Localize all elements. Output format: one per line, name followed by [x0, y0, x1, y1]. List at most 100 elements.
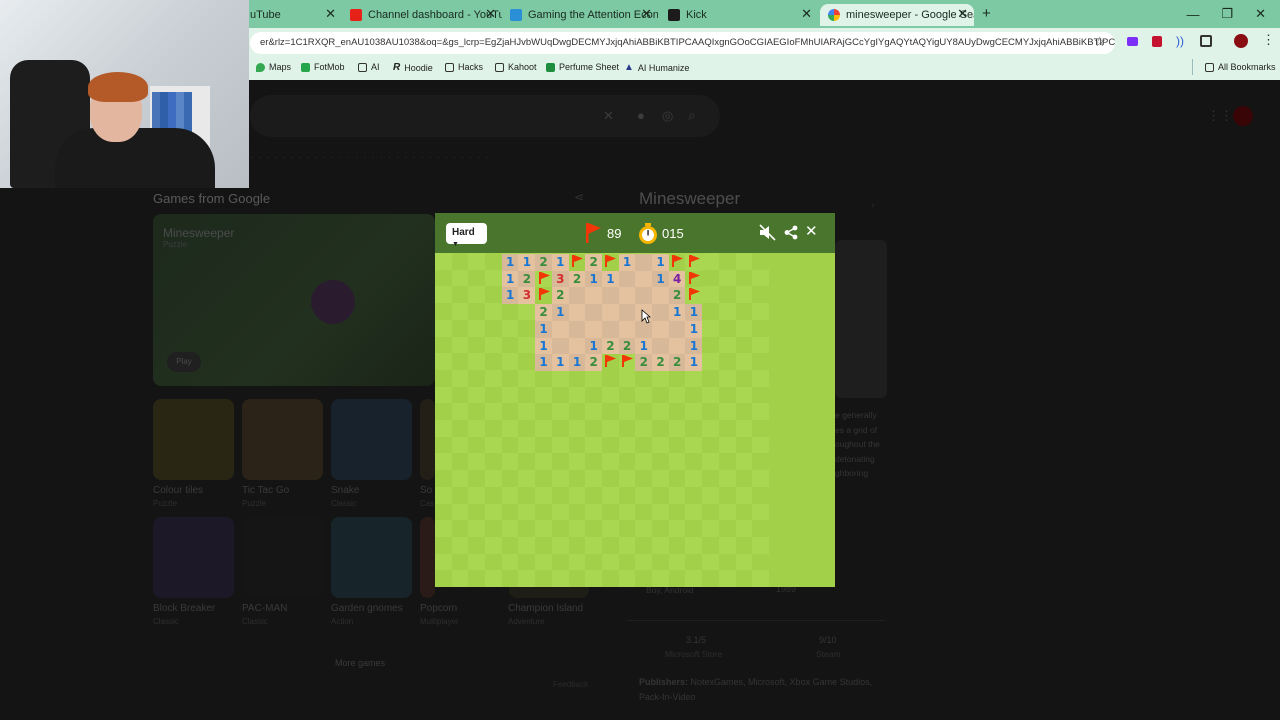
- hidden-cell[interactable]: [601, 403, 619, 421]
- number-cell[interactable]: 1: [601, 270, 619, 288]
- bookmark-maps[interactable]: Maps: [256, 62, 291, 72]
- hidden-cell[interactable]: [518, 436, 536, 454]
- hidden-cell[interactable]: [752, 453, 770, 471]
- hidden-cell[interactable]: [735, 403, 753, 421]
- hidden-cell[interactable]: [535, 486, 553, 504]
- number-cell[interactable]: 1: [585, 337, 603, 355]
- hidden-cell[interactable]: [485, 520, 502, 538]
- hidden-cell[interactable]: [618, 470, 636, 488]
- hidden-cell[interactable]: [451, 386, 469, 404]
- number-cell[interactable]: 2: [585, 354, 603, 372]
- hidden-cell[interactable]: [451, 470, 469, 488]
- hidden-cell[interactable]: [752, 470, 770, 488]
- hidden-cell[interactable]: [451, 436, 469, 454]
- hidden-cell[interactable]: [434, 253, 452, 270]
- hidden-cell[interactable]: [718, 420, 736, 437]
- hidden-cell[interactable]: [668, 369, 686, 387]
- hidden-cell[interactable]: [718, 436, 736, 454]
- hidden-cell[interactable]: [752, 286, 770, 304]
- hidden-cell[interactable]: [451, 369, 469, 387]
- hidden-cell[interactable]: [535, 520, 553, 538]
- hidden-cell[interactable]: [568, 520, 586, 538]
- hidden-cell[interactable]: [652, 536, 669, 554]
- hidden-cell[interactable]: [468, 269, 486, 287]
- hidden-cell[interactable]: [735, 253, 753, 270]
- hidden-cell[interactable]: [735, 353, 753, 371]
- number-cell[interactable]: 1: [685, 337, 703, 355]
- hidden-cell[interactable]: [652, 570, 669, 588]
- hidden-cell[interactable]: [752, 403, 770, 421]
- hidden-cell[interactable]: [752, 269, 770, 287]
- hidden-cell[interactable]: [485, 403, 502, 421]
- hidden-cell[interactable]: [518, 353, 536, 371]
- hidden-cell[interactable]: [735, 369, 753, 387]
- hidden-cell[interactable]: [618, 386, 636, 404]
- revealed-empty-cell[interactable]: [652, 304, 669, 322]
- hidden-cell[interactable]: [518, 319, 536, 337]
- hidden-cell[interactable]: [434, 453, 452, 471]
- hidden-cell[interactable]: [485, 369, 502, 387]
- number-cell[interactable]: 2: [635, 354, 653, 372]
- hidden-cell[interactable]: [601, 503, 619, 521]
- hidden-cell[interactable]: [451, 420, 469, 437]
- hidden-cell[interactable]: [501, 336, 519, 354]
- hidden-cell[interactable]: [668, 403, 686, 421]
- hidden-cell[interactable]: [485, 386, 502, 404]
- game-tile-partial[interactable]: [420, 399, 435, 480]
- hidden-cell[interactable]: [752, 319, 770, 337]
- bookmark-fotmob[interactable]: FotMob: [301, 62, 345, 72]
- hidden-cell[interactable]: [485, 319, 502, 337]
- hidden-cell[interactable]: [702, 403, 720, 421]
- number-cell[interactable]: 2: [652, 354, 669, 372]
- hidden-cell[interactable]: [551, 553, 569, 571]
- hidden-cell[interactable]: [668, 520, 686, 538]
- game-tile-garden-gnomes[interactable]: [331, 517, 412, 598]
- hidden-cell[interactable]: [702, 286, 720, 304]
- hidden-cell[interactable]: [518, 303, 536, 321]
- hidden-cell[interactable]: [652, 453, 669, 471]
- hidden-cell[interactable]: [752, 520, 770, 538]
- tab-1[interactable]: Channel dashboard - YouTube ✕: [346, 4, 502, 26]
- hidden-cell[interactable]: [485, 436, 502, 454]
- number-cell[interactable]: 1: [551, 254, 569, 271]
- share-icon[interactable]: ⋖: [574, 190, 584, 204]
- hidden-cell[interactable]: [518, 453, 536, 471]
- hidden-cell[interactable]: [685, 470, 703, 488]
- hidden-cell[interactable]: [434, 520, 452, 538]
- revealed-empty-cell[interactable]: [652, 337, 669, 355]
- extensions-puzzle-icon[interactable]: [1200, 35, 1212, 47]
- hidden-cell[interactable]: [535, 470, 553, 488]
- hidden-cell[interactable]: [702, 486, 720, 504]
- hidden-cell[interactable]: [652, 520, 669, 538]
- hidden-cell[interactable]: [685, 386, 703, 404]
- hidden-cell[interactable]: [618, 403, 636, 421]
- hidden-cell[interactable]: [585, 503, 603, 521]
- hidden-cell[interactable]: [518, 553, 536, 571]
- tab-2[interactable]: Gaming the Attention Econom ✕: [506, 4, 658, 26]
- hidden-cell[interactable]: [735, 553, 753, 571]
- hidden-cell[interactable]: [468, 319, 486, 337]
- hidden-cell[interactable]: [568, 369, 586, 387]
- hidden-cell[interactable]: [551, 436, 569, 454]
- hidden-cell[interactable]: [702, 319, 720, 337]
- revealed-empty-cell[interactable]: [618, 320, 636, 338]
- hidden-cell[interactable]: [685, 536, 703, 554]
- hidden-cell[interactable]: [618, 553, 636, 571]
- hidden-cell[interactable]: [535, 436, 553, 454]
- hidden-cell[interactable]: [434, 553, 452, 571]
- profile-avatar[interactable]: [1234, 34, 1248, 48]
- hidden-cell[interactable]: [585, 553, 603, 571]
- number-cell[interactable]: 2: [668, 287, 686, 305]
- hidden-cell[interactable]: [735, 269, 753, 287]
- hidden-cell[interactable]: [635, 520, 653, 538]
- hidden-cell[interactable]: [601, 453, 619, 471]
- number-cell[interactable]: 1: [535, 320, 553, 338]
- hidden-cell[interactable]: [551, 486, 569, 504]
- hidden-cell[interactable]: [652, 403, 669, 421]
- minefield-board[interactable]: 112121112321114132221111111221111122221: [434, 253, 835, 588]
- number-cell[interactable]: 1: [551, 354, 569, 372]
- hidden-cell[interactable]: [718, 486, 736, 504]
- hidden-cell[interactable]: [618, 436, 636, 454]
- revealed-empty-cell[interactable]: [618, 304, 636, 322]
- hidden-cell[interactable]: [485, 503, 502, 521]
